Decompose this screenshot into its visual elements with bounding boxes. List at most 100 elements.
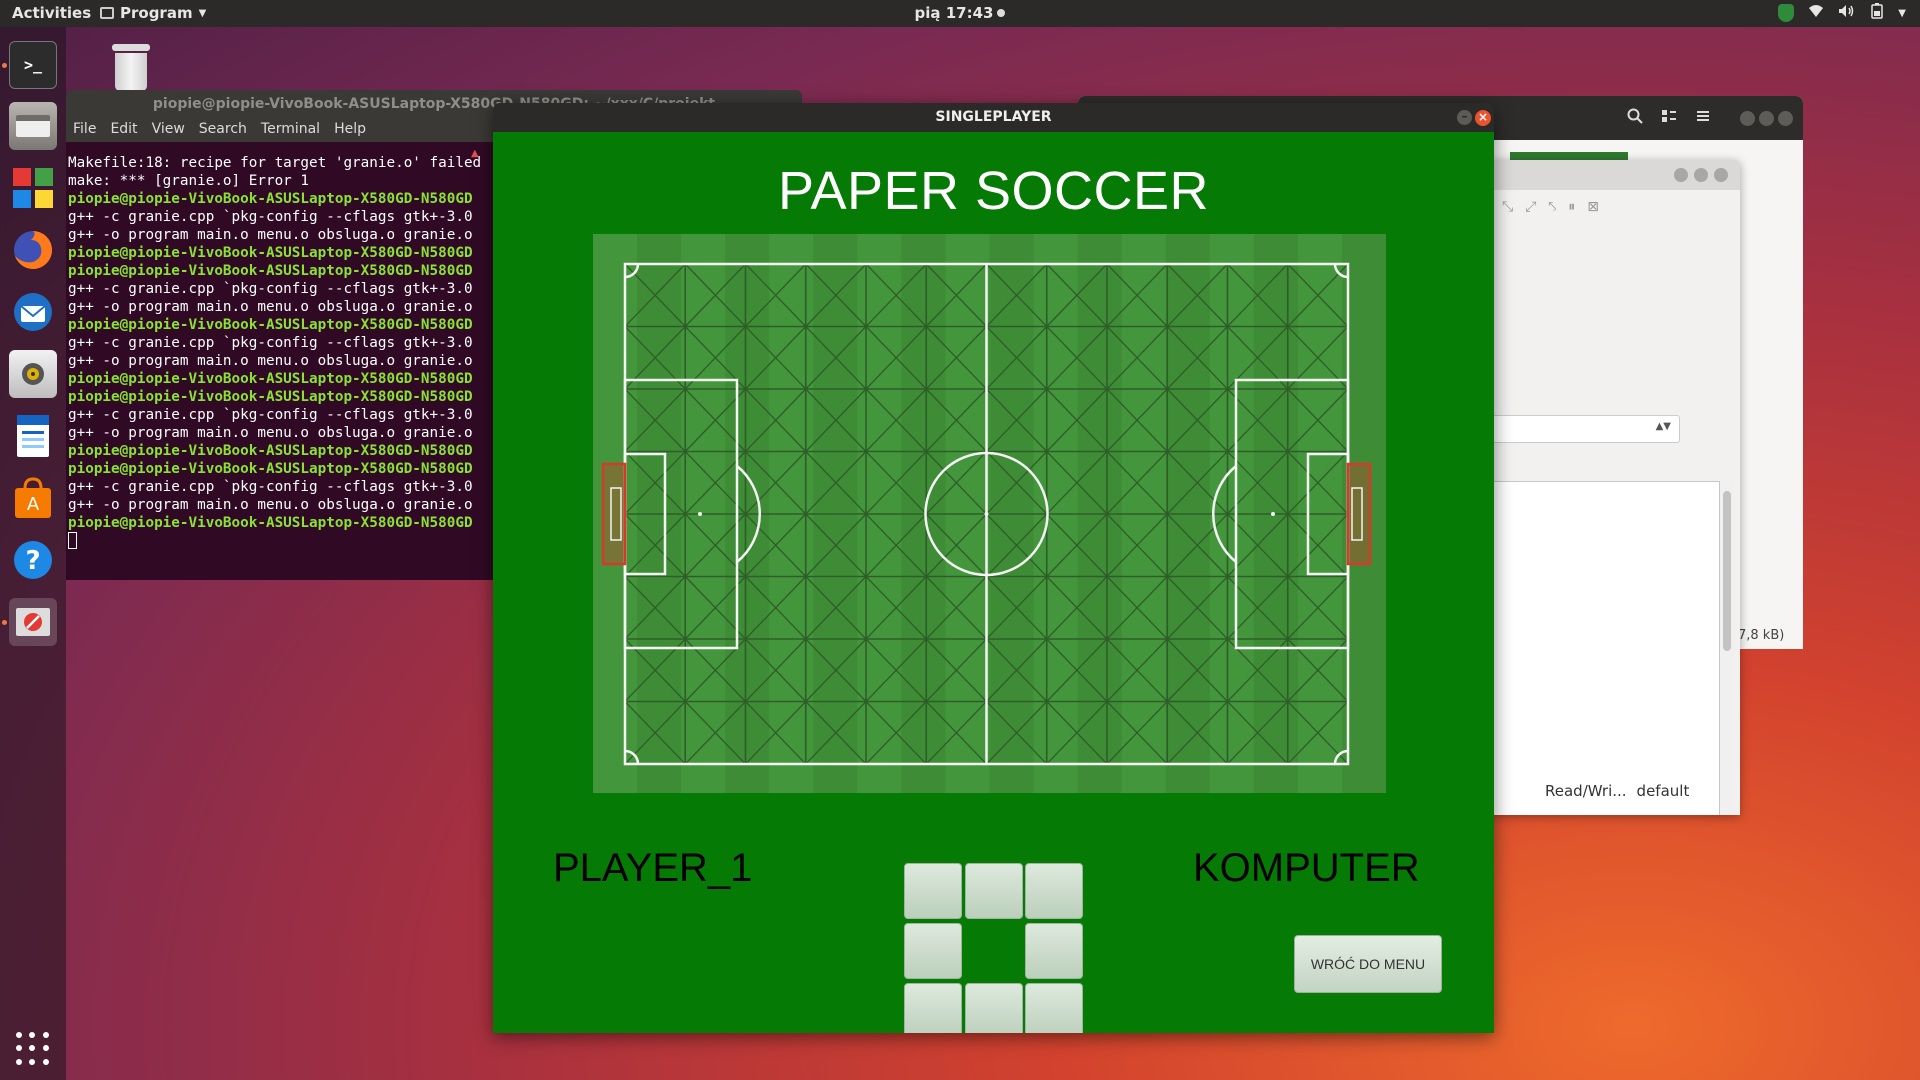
terminal-line: g++ -c granie.cpp `pkg-config --cflags g… [68,281,473,297]
toolbar-icon[interactable]: ⤢ [1525,199,1536,215]
terminal-prompt-line: piopie@piopie-VivoBook-ASUSLaptop-X580GD… [68,263,473,279]
menu-view[interactable]: View [152,118,185,142]
minimize-button[interactable]: – [1457,110,1472,125]
center-spot [984,512,989,516]
toolbar-icon[interactable]: ⤣ [1548,199,1556,215]
terminal-line: g++ -c granie.cpp `pkg-config --cflags g… [68,407,473,423]
move-right-button[interactable] [1025,923,1083,979]
game-titlebar[interactable]: SINGLEPLAYER – × [493,103,1494,132]
move-up-button[interactable] [965,863,1023,919]
notification-dot-icon [997,9,1006,17]
profile-status: default [1636,782,1690,800]
terminal-line: g++ -o program main.o menu.o obsluga.o g… [68,227,473,243]
text-area[interactable] [1490,481,1720,815]
direction-pad [904,863,1084,1033]
clock[interactable]: pią 17:43 [915,4,1006,22]
dialog-titlebar[interactable] [1490,160,1740,190]
menu-edit[interactable]: Edit [110,118,137,142]
system-tray[interactable]: ▼ [1778,3,1906,23]
editor-dialog-window: ⤡ ⤢ ⤣ ⏸ ⊠ ▲▼ Read/Wri... default [1490,160,1740,815]
game-area: PAPER SOCCER PLAYER_1 KOMPUTER WRÓĆ DO M… [493,132,1494,1033]
terminal-prompt-line: piopie@piopie-VivoBook-ASUSLaptop-X580GD… [68,371,473,387]
mode-status: Read/Wri... [1545,782,1627,800]
terminal-line: g++ -o program main.o menu.o obsluga.o g… [68,299,473,315]
speaker-icon[interactable] [9,350,57,398]
maximize-button[interactable] [1759,111,1774,126]
minimize-button[interactable] [1674,168,1688,182]
window-title: SINGLEPLAYER [935,109,1052,125]
move-left-button[interactable] [904,923,962,979]
terminal-prompt-line: piopie@piopie-VivoBook-ASUSLaptop-X580GD… [68,317,473,333]
terminal-line: g++ -o program main.o menu.o obsluga.o g… [68,425,473,441]
minimize-button[interactable] [1740,111,1755,126]
close-button[interactable]: × [1475,110,1491,126]
move-down-right-button[interactable] [1025,983,1083,1033]
battery-icon[interactable] [1870,3,1884,23]
terminal-prompt-line: piopie@piopie-VivoBook-ASUSLaptop-X580GD… [68,245,473,261]
terminal-line: make: *** [granie.o] Error 1 [68,173,310,189]
view-options-icon[interactable] [1661,108,1677,128]
clock-label: pią 17:43 [914,4,994,22]
colorful-windows-icon[interactable] [9,164,57,212]
dropdown-select[interactable]: ▲▼ [1490,415,1680,443]
activities-button[interactable]: Activities [12,4,91,22]
terminal-prompt-line: piopie@piopie-VivoBook-ASUSLaptop-X580GD… [68,389,473,405]
thumbnail[interactable] [1573,152,1628,160]
volume-icon[interactable] [1838,4,1856,22]
search-icon[interactable] [1627,108,1643,128]
close-button[interactable] [1714,168,1728,182]
top-bar: Activities Program ▼ pią 17:43 ▼ [0,0,1920,27]
running-indicator [2,63,7,68]
firefox-icon[interactable] [9,226,57,274]
dock: >_ A ? [0,27,66,1080]
files-icon[interactable] [9,102,57,150]
back-to-menu-button[interactable]: WRÓĆ DO MENU [1294,935,1442,993]
move-up-right-button[interactable] [1025,863,1083,919]
running-indicator [2,620,7,625]
shield-icon[interactable] [1778,4,1795,22]
close-button[interactable] [1778,111,1793,126]
stop-icon[interactable] [9,598,57,646]
dialog-toolbar: ⤡ ⤢ ⤣ ⏸ ⊠ [1490,190,1740,224]
document-icon[interactable] [9,412,57,460]
chevron-down-icon[interactable]: ▼ [1898,8,1906,19]
dialog-statusbar: Read/Wri... default [1490,782,1740,800]
thunderbird-icon[interactable] [9,288,57,336]
wifi-icon[interactable] [1808,4,1824,22]
terminal-prompt-line: piopie@piopie-VivoBook-ASUSLaptop-X580GD… [68,443,473,459]
terminal-icon[interactable]: >_ [9,41,57,89]
terminal-prompt-line: piopie@piopie-VivoBook-ASUSLaptop-X580GD… [68,515,473,531]
menu-search[interactable]: Search [199,118,247,142]
stop-icon[interactable]: ⊠ [1587,199,1599,215]
toolbar-icon[interactable]: ⤡ [1502,199,1513,215]
move-down-button[interactable] [965,983,1023,1033]
app-menu[interactable]: Program ▼ [100,4,206,22]
chevron-down-icon: ▼ [198,7,207,19]
move-up-left-button[interactable] [904,863,962,919]
show-applications-icon[interactable] [16,1032,50,1066]
pause-icon[interactable]: ⏸ [1568,199,1575,215]
singleplayer-window: SINGLEPLAYER – × PAPER SOCCER PLAYER_1 K… [493,103,1494,1033]
move-down-left-button[interactable] [904,983,962,1033]
player-2-label: KOMPUTER [1193,846,1420,890]
game-heading: PAPER SOCCER [777,161,1210,221]
terminal-line: g++ -c granie.cpp `pkg-config --cflags g… [68,479,473,495]
terminal-output[interactable]: Makefile:18: recipe for target 'granie.o… [66,142,492,551]
terminal-line: g++ -c granie.cpp `pkg-config --cflags g… [68,335,473,351]
menu-help[interactable]: Help [334,118,366,142]
terminal-prompt-line: piopie@piopie-VivoBook-ASUSLaptop-X580GD… [68,461,473,477]
terminal-line: g++ -o program main.o menu.o obsluga.o g… [68,497,473,513]
soccer-pitch[interactable] [593,234,1386,793]
terminal-prompt-line: piopie@piopie-VivoBook-ASUSLaptop-X580GD… [68,191,473,207]
menu-file[interactable]: File [73,118,96,142]
shopping-bag-icon[interactable]: A [9,474,57,522]
trash-icon[interactable] [112,44,150,92]
maximize-button[interactable] [1694,168,1708,182]
hamburger-menu-icon[interactable] [1695,108,1711,128]
vertical-scrollbar[interactable] [1720,481,1734,815]
scroll-up-icon[interactable]: ▲ [471,148,479,159]
menu-terminal[interactable]: Terminal [261,118,320,142]
terminal-line: Makefile:18: recipe for target 'granie.o… [68,155,482,171]
help-icon[interactable]: ? [9,536,57,584]
penalty-spot-right [1271,512,1275,516]
